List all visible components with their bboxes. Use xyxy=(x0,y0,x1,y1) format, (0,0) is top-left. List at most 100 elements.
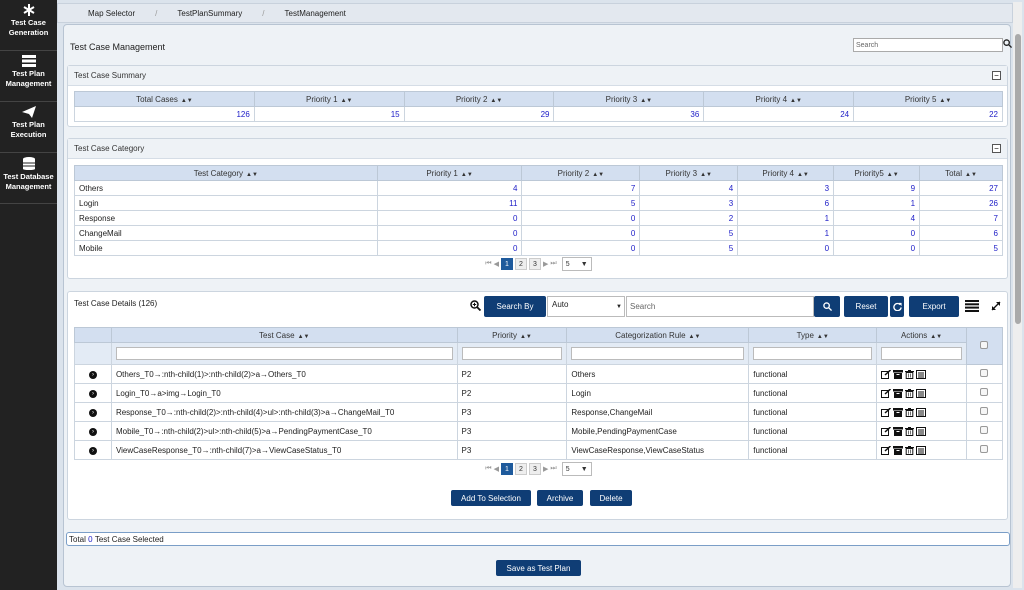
priority-cell: 15 xyxy=(253,106,405,122)
trash-icon[interactable] xyxy=(905,369,915,379)
archive-icon[interactable] xyxy=(893,369,904,379)
type-filter-input[interactable] xyxy=(753,347,873,360)
search-button[interactable] xyxy=(814,296,840,317)
first-page-icon[interactable]: ⏮ xyxy=(485,465,491,473)
archive-icon[interactable] xyxy=(893,426,904,436)
scrollbar-thumb[interactable] xyxy=(1015,34,1021,324)
row-checkbox[interactable] xyxy=(980,388,989,396)
column-header[interactable]: Priority 2 ▲▼ xyxy=(403,91,555,107)
trash-icon[interactable] xyxy=(905,388,915,398)
edit-icon[interactable] xyxy=(881,426,892,436)
page-button[interactable]: 1 xyxy=(501,258,513,270)
reset-button[interactable]: Reset xyxy=(844,296,888,317)
column-header[interactable]: Type ▲▼ xyxy=(748,327,878,343)
page-button[interactable]: 2 xyxy=(515,258,527,270)
server-stack-icon xyxy=(21,55,36,67)
first-page-icon[interactable]: ⏮ xyxy=(485,260,491,268)
page-button[interactable]: 3 xyxy=(529,463,541,475)
column-header[interactable]: Priority 3 ▲▼ xyxy=(553,91,705,107)
column-header[interactable]: Priority 3 ▲▼ xyxy=(639,165,739,181)
column-header[interactable]: Priority 5 ▲▼ xyxy=(853,91,1003,107)
breadcrumb-item-test-management[interactable]: TestManagement xyxy=(285,9,346,18)
collapse-button[interactable]: − xyxy=(992,144,1001,153)
edit-icon[interactable] xyxy=(881,445,892,455)
page-size-select[interactable]: 5 ▼ xyxy=(561,257,592,271)
archive-button[interactable]: Archive xyxy=(537,490,583,506)
menu-icon[interactable] xyxy=(965,300,979,312)
list-icon[interactable] xyxy=(916,426,927,436)
save-as-test-plan-button[interactable]: Save as Test Plan xyxy=(496,560,581,576)
archive-icon[interactable] xyxy=(893,445,904,455)
column-header[interactable]: Total ▲▼ xyxy=(919,165,1003,181)
prev-page-icon[interactable]: ◀ xyxy=(494,260,499,268)
column-header[interactable]: Priority 2 ▲▼ xyxy=(521,165,641,181)
edit-icon[interactable] xyxy=(881,407,892,417)
column-header[interactable]: Priority ▲▼ xyxy=(456,327,568,343)
zoom-in-icon[interactable] xyxy=(470,300,481,311)
column-header[interactable]: Priority5 ▲▼ xyxy=(833,165,921,181)
prev-page-icon[interactable]: ◀ xyxy=(494,465,499,473)
chevron-right-icon[interactable]: › xyxy=(88,390,97,398)
chevron-right-icon[interactable]: › xyxy=(88,371,97,379)
column-header[interactable]: Priority 1 ▲▼ xyxy=(253,91,405,107)
priority-filter-input[interactable] xyxy=(461,347,563,360)
select-all-checkbox[interactable] xyxy=(980,341,989,349)
list-icon[interactable] xyxy=(916,369,927,379)
chevron-right-icon[interactable]: › xyxy=(88,447,97,455)
list-icon[interactable] xyxy=(916,445,927,455)
export-button[interactable]: Export xyxy=(909,296,959,317)
row-checkbox[interactable] xyxy=(980,369,989,377)
page-button[interactable]: 2 xyxy=(515,463,527,475)
search-icon[interactable] xyxy=(1003,39,1012,48)
page-button[interactable]: 3 xyxy=(529,258,541,270)
search-by-select[interactable]: Auto ▼ xyxy=(547,296,625,317)
expand-icon[interactable] xyxy=(991,301,1001,311)
test-case-filter-input[interactable] xyxy=(115,347,453,360)
rule-filter-input[interactable] xyxy=(571,347,745,360)
chevron-right-icon[interactable]: › xyxy=(88,428,97,436)
search-by-button[interactable]: Search By xyxy=(484,296,546,317)
edit-icon[interactable] xyxy=(881,369,892,379)
page-button[interactable]: 1 xyxy=(501,463,513,475)
column-header[interactable]: Priority 4 ▲▼ xyxy=(703,91,855,107)
archive-icon[interactable] xyxy=(893,407,904,417)
column-header[interactable]: Priority 1 ▲▼ xyxy=(376,165,523,181)
next-page-icon[interactable]: ▶ xyxy=(543,465,548,473)
trash-icon[interactable] xyxy=(905,445,915,455)
list-icon[interactable] xyxy=(916,407,927,417)
refresh-button[interactable] xyxy=(890,296,904,317)
last-page-icon[interactable]: ⏭ xyxy=(550,465,556,473)
rule-cell: Mobile,PendingPaymentCase xyxy=(566,421,750,441)
test-case-cell: Mobile_T0→:nth-child(2)>ul>:nth-child(5)… xyxy=(110,421,458,441)
trash-icon[interactable] xyxy=(905,407,915,417)
column-header[interactable]: Categorization Rule ▲▼ xyxy=(566,327,750,343)
column-header[interactable]: Test Case ▲▼ xyxy=(110,327,458,343)
sidebar-item-test-database-management[interactable]: Test Database Management xyxy=(0,153,57,204)
row-checkbox[interactable] xyxy=(980,445,989,453)
column-header[interactable]: Test Category ▲▼ xyxy=(74,165,378,181)
sidebar-item-test-plan-management[interactable]: Test Plan Management xyxy=(0,51,57,102)
actions-filter-input[interactable] xyxy=(881,347,962,360)
column-header[interactable]: Total Cases ▲▼ xyxy=(74,91,255,107)
delete-button[interactable]: Delete xyxy=(590,490,632,506)
value-cell: 6 xyxy=(919,225,1003,241)
sidebar-item-test-case-generation[interactable]: Test Case Generation xyxy=(0,0,57,51)
row-checkbox[interactable] xyxy=(980,426,989,434)
archive-icon[interactable] xyxy=(893,388,904,398)
trash-icon[interactable] xyxy=(905,426,915,436)
column-header[interactable]: Priority 4 ▲▼ xyxy=(737,165,835,181)
row-checkbox[interactable] xyxy=(980,407,989,415)
last-page-icon[interactable]: ⏭ xyxy=(550,260,556,268)
add-to-selection-button[interactable]: Add To Selection xyxy=(451,490,531,506)
breadcrumb-item-map-selector[interactable]: Map Selector xyxy=(88,9,135,18)
chevron-right-icon[interactable]: › xyxy=(88,409,97,417)
sidebar-item-test-plan-execution[interactable]: Test Plan Execution xyxy=(0,102,57,153)
list-icon[interactable] xyxy=(916,388,927,398)
breadcrumb-item-test-plan-summary[interactable]: TestPlanSummary xyxy=(177,9,242,18)
page-size-select[interactable]: 5 ▼ xyxy=(561,462,592,476)
next-page-icon[interactable]: ▶ xyxy=(543,260,548,268)
global-search-input[interactable]: Search xyxy=(853,38,1003,52)
collapse-button[interactable]: − xyxy=(992,71,1001,80)
edit-icon[interactable] xyxy=(881,388,892,398)
details-search-input[interactable]: Search xyxy=(626,296,814,317)
